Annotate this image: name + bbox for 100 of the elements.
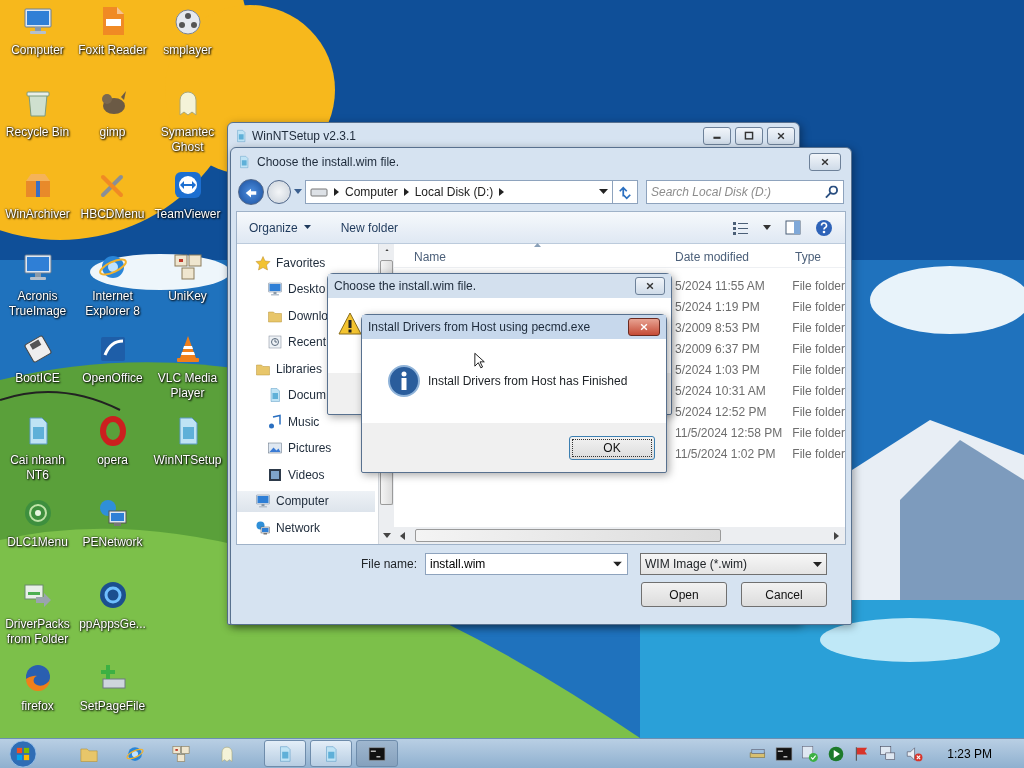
type-cell-text: File folder xyxy=(792,277,845,295)
date-cell-text: 5/2024 1:03 PM xyxy=(675,361,761,379)
monitor-icon xyxy=(267,281,283,298)
type-cell-text: File folder xyxy=(792,319,845,337)
column-header[interactable]: Name xyxy=(414,248,446,266)
monitor-icon[interactable] xyxy=(21,251,54,283)
date-cell-text: 5/2024 10:31 AM xyxy=(675,382,767,400)
taskbar-button[interactable] xyxy=(356,740,398,767)
file-name-field[interactable]: install.wim xyxy=(425,553,628,575)
terminal-icon xyxy=(368,744,386,763)
toolbar-button[interactable]: Organize xyxy=(249,218,311,237)
close-icon xyxy=(639,322,649,332)
file-icon xyxy=(234,128,248,144)
message-text: Install Drivers from Host has Finished xyxy=(428,373,628,390)
chevron-icon[interactable] xyxy=(334,188,339,196)
type-cell-text: File folder xyxy=(792,340,845,358)
window-title: Install Drivers from Host using pecmd.exe xyxy=(368,319,591,336)
pointer-icon xyxy=(474,352,486,370)
info-icon xyxy=(388,365,420,397)
help-icon[interactable] xyxy=(815,218,833,237)
file-type-dropdown[interactable]: WIM Image (*.wim) xyxy=(640,553,827,575)
forward-button[interactable] xyxy=(267,180,291,204)
play-icon[interactable] xyxy=(827,744,846,763)
date-cell-text: 5/2024 12:52 PM xyxy=(675,403,768,421)
dialog-button[interactable]: Cancel xyxy=(741,582,827,607)
close-button[interactable] xyxy=(635,277,665,295)
dialog-button[interactable]: Open xyxy=(641,582,727,607)
windows-logo-icon xyxy=(9,739,37,768)
scrollbar[interactable] xyxy=(378,244,394,275)
monitor-icon[interactable] xyxy=(21,5,54,37)
type-cell-text: File folder xyxy=(792,361,845,379)
date-cell-text: 11/5/2024 12:58 PM xyxy=(675,424,784,442)
nav-item[interactable]: Recent xyxy=(249,331,327,353)
scrollbar[interactable] xyxy=(394,527,845,544)
caret-icon xyxy=(813,561,822,567)
photo-icon xyxy=(267,440,283,457)
icon-label[interactable]: Acronis TrueImage xyxy=(0,289,75,319)
terminal-icon[interactable] xyxy=(775,744,794,763)
nav-item[interactable]: Network xyxy=(237,517,375,539)
column-header[interactable]: Date modified xyxy=(675,248,750,266)
date-cell-text: 5/2024 11:55 AM xyxy=(675,277,766,295)
nav-item[interactable]: Favorites xyxy=(237,252,326,273)
refresh-button[interactable] xyxy=(612,180,638,204)
nav-item[interactable]: Pictures xyxy=(249,437,332,459)
clock-text[interactable]: 1:23 PM xyxy=(947,744,992,763)
nav-item[interactable]: Music xyxy=(249,411,320,433)
chevron-icon[interactable] xyxy=(403,188,409,196)
sort-arrow-icon[interactable] xyxy=(534,243,541,247)
start-button[interactable] xyxy=(6,739,40,768)
check-badge-icon[interactable] xyxy=(801,744,820,763)
maximize-icon xyxy=(744,131,754,141)
window-title: Choose the install.wim file. xyxy=(334,278,477,295)
nav-item[interactable]: Deskto xyxy=(249,278,326,300)
breadcrumb-link[interactable]: Local Disk (D:) xyxy=(414,183,494,201)
star-icon xyxy=(255,254,271,271)
network-icon[interactable] xyxy=(879,744,898,763)
scrollbar-thumb[interactable] xyxy=(415,529,721,542)
ok-button[interactable]: OK xyxy=(569,436,655,460)
nav-item[interactable]: Docum xyxy=(249,384,326,406)
speaker-muted-icon[interactable] xyxy=(905,744,924,763)
window-title: Choose the install.wim file. xyxy=(257,154,400,171)
preview-pane-icon[interactable] xyxy=(785,220,801,235)
type-cell-text: File folder xyxy=(792,382,845,400)
close-icon xyxy=(645,281,655,291)
close-button[interactable] xyxy=(628,318,660,336)
address-bar[interactable]: Computer Local Disk (D:) xyxy=(305,180,613,204)
breadcrumb-link[interactable]: Computer xyxy=(345,183,398,201)
nav-item[interactable]: Videos xyxy=(249,464,325,486)
date-cell-text: 3/2009 8:53 PM xyxy=(675,319,761,337)
refresh-icon xyxy=(618,185,632,200)
view-list-icon[interactable] xyxy=(733,220,749,235)
minimize-button[interactable] xyxy=(703,127,731,145)
search-field[interactable]: Search Local Disk (D:) xyxy=(646,180,844,204)
date-cell-text: 5/2024 1:19 PM xyxy=(675,298,761,316)
maximize-button[interactable] xyxy=(735,127,763,145)
field-label: File name: xyxy=(359,556,417,573)
film-icon xyxy=(267,466,283,483)
caret-icon[interactable] xyxy=(599,189,608,195)
close-button[interactable] xyxy=(767,127,795,145)
tiles-icon[interactable] xyxy=(171,743,191,764)
network-icon xyxy=(255,519,271,536)
caret-icon[interactable] xyxy=(613,561,622,567)
clock-icon xyxy=(267,334,283,351)
nav-item[interactable]: Libraries xyxy=(237,358,323,380)
close-icon xyxy=(776,131,786,141)
back-button[interactable] xyxy=(238,179,264,205)
drive-icon xyxy=(310,186,328,198)
chevron-icon[interactable] xyxy=(499,188,505,196)
column-header[interactable]: Type xyxy=(795,248,821,266)
tiles-icon[interactable] xyxy=(171,251,204,283)
warning-icon xyxy=(338,312,362,336)
icon-label[interactable]: Internet Explorer 8 xyxy=(75,289,150,319)
caret-icon[interactable] xyxy=(763,225,771,230)
close-button[interactable] xyxy=(809,153,841,171)
search-icon xyxy=(825,185,838,199)
toolbar-button[interactable]: New folder xyxy=(340,218,399,237)
icon-label[interactable]: TeamViewer xyxy=(154,207,221,222)
icon-label[interactable]: UniKey xyxy=(168,289,207,304)
nav-item[interactable]: Downlo xyxy=(249,305,329,327)
nav-item[interactable]: Computer xyxy=(237,490,375,512)
